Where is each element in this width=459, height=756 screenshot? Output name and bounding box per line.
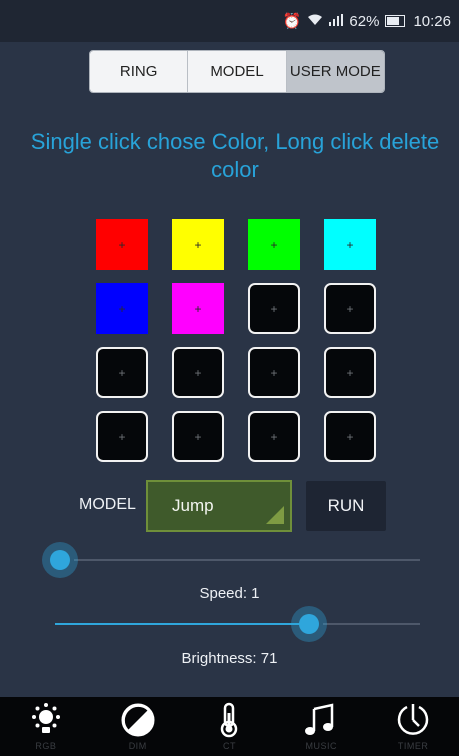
dim-icon (121, 703, 155, 737)
wifi-icon (307, 13, 323, 30)
timer-icon (397, 704, 429, 735)
battery-percent: 62% (349, 12, 380, 30)
alarm-icon: ⏰ (282, 13, 302, 30)
nav-ct-label: CT (222, 741, 236, 751)
bottom-nav: RGB DIM CT MUSIC TIMER (0, 697, 459, 756)
empty-color-slot[interactable]: + (248, 411, 300, 462)
nav-music[interactable]: MUSIC (278, 697, 364, 756)
empty-color-slot[interactable]: + (324, 411, 376, 462)
empty-color-slot[interactable]: + (172, 411, 224, 462)
color-swatch[interactable]: + (324, 219, 376, 270)
plus-icon: + (118, 237, 126, 252)
nav-ct[interactable]: CT (186, 697, 272, 756)
model-label: MODEL (79, 496, 136, 513)
plus-icon: + (194, 237, 202, 252)
plus-icon: + (118, 301, 126, 316)
dropdown-arrow-icon (266, 506, 284, 524)
plus-icon: + (346, 365, 354, 380)
speed-label: Speed: 1 (199, 585, 260, 602)
plus-icon: + (270, 365, 278, 380)
brightness-thumb[interactable] (298, 614, 319, 634)
nav-rgb[interactable]: RGB (3, 697, 89, 756)
signal-icon (329, 13, 344, 30)
plus-icon: + (118, 429, 126, 444)
brightness-label: Brightness: 71 (181, 650, 278, 667)
color-grid: + + + + + + + + + + + + + + + + (96, 219, 376, 462)
empty-color-slot[interactable]: + (96, 347, 148, 398)
speed-slider[interactable] (50, 540, 420, 580)
plus-icon: + (270, 429, 278, 444)
nav-dim[interactable]: DIM (95, 697, 181, 756)
speed-thumb[interactable] (50, 550, 70, 570)
model-dropdown[interactable]: Jump (146, 480, 292, 532)
empty-color-slot[interactable]: + (172, 347, 224, 398)
plus-icon: + (194, 301, 202, 316)
plus-icon: + (194, 429, 202, 444)
plus-icon: + (346, 237, 354, 252)
model-dropdown-value: Jump (172, 496, 214, 515)
nav-music-label: MUSIC (305, 741, 338, 751)
nav-timer[interactable]: TIMER (370, 697, 456, 756)
run-button[interactable]: RUN (306, 481, 386, 531)
brightness-track (322, 623, 420, 625)
mode-tabs: RING MODEL USER MODE (89, 50, 385, 93)
color-swatch[interactable]: + (172, 283, 224, 334)
status-time: 10:26 (413, 12, 451, 30)
instruction-text: Single click chose Color, Long click del… (30, 129, 440, 182)
empty-color-slot[interactable]: + (248, 283, 300, 334)
empty-color-slot[interactable]: + (324, 347, 376, 398)
nav-dim-label: DIM (128, 741, 147, 751)
plus-icon: + (118, 365, 126, 380)
thermometer-icon (221, 702, 238, 738)
plus-icon: + (346, 429, 354, 444)
empty-color-slot[interactable]: + (248, 347, 300, 398)
music-icon (305, 703, 334, 735)
status-bar: ⏰ 62% 10:26 (0, 0, 459, 42)
color-swatch[interactable]: + (96, 219, 148, 270)
nav-timer-label: TIMER (397, 741, 429, 751)
tab-model[interactable]: MODEL (188, 51, 287, 92)
color-swatch[interactable]: + (96, 283, 148, 334)
plus-icon: + (270, 237, 278, 252)
bulb-icon (31, 703, 60, 733)
tab-ring[interactable]: RING (90, 51, 189, 92)
empty-color-slot[interactable]: + (324, 283, 376, 334)
speed-track (74, 559, 420, 561)
plus-icon: + (346, 301, 354, 316)
plus-icon: + (270, 301, 278, 316)
tab-user-mode[interactable]: USER MODE (286, 51, 384, 92)
plus-icon: + (194, 365, 202, 380)
color-swatch[interactable]: + (248, 219, 300, 270)
nav-rgb-label: RGB (35, 741, 57, 751)
empty-color-slot[interactable]: + (96, 411, 148, 462)
brightness-track-fill (55, 623, 309, 625)
brightness-slider[interactable] (50, 604, 420, 644)
battery-icon (385, 15, 406, 27)
color-swatch[interactable]: + (172, 219, 224, 270)
